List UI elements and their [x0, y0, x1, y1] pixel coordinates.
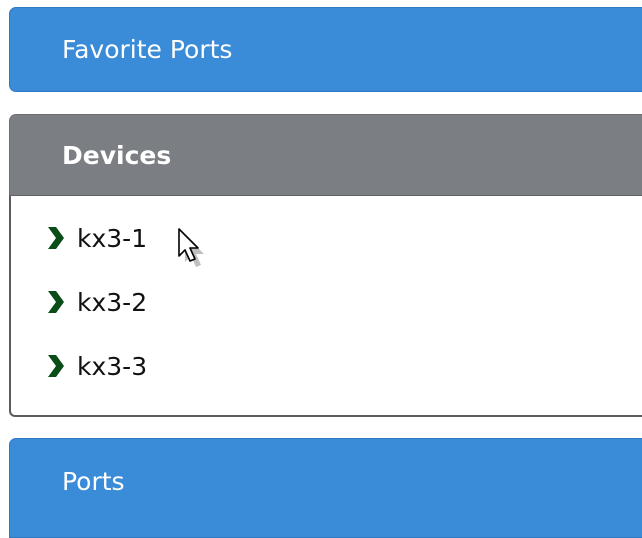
- device-label: kx3-2: [77, 287, 148, 317]
- device-item-kx3-3[interactable]: kx3-3: [45, 346, 147, 386]
- favorite-ports-label: Favorite Ports: [62, 35, 233, 64]
- devices-label: Devices: [62, 140, 172, 170]
- devices-header[interactable]: Devices: [9, 114, 642, 196]
- chevron-right-icon: [48, 227, 64, 249]
- device-item-kx3-1[interactable]: kx3-1: [45, 218, 147, 258]
- chevron-right-icon: [48, 355, 64, 377]
- device-label: kx3-1: [77, 223, 148, 253]
- devices-list: kx3-1 kx3-2 kx3-3: [9, 196, 642, 417]
- ports-label: Ports: [62, 467, 125, 496]
- chevron-right-icon: [48, 291, 64, 313]
- ports-header[interactable]: Ports: [9, 438, 642, 538]
- favorite-ports-header[interactable]: Favorite Ports: [9, 7, 642, 92]
- device-label: kx3-3: [77, 351, 148, 381]
- device-item-kx3-2[interactable]: kx3-2: [45, 282, 147, 322]
